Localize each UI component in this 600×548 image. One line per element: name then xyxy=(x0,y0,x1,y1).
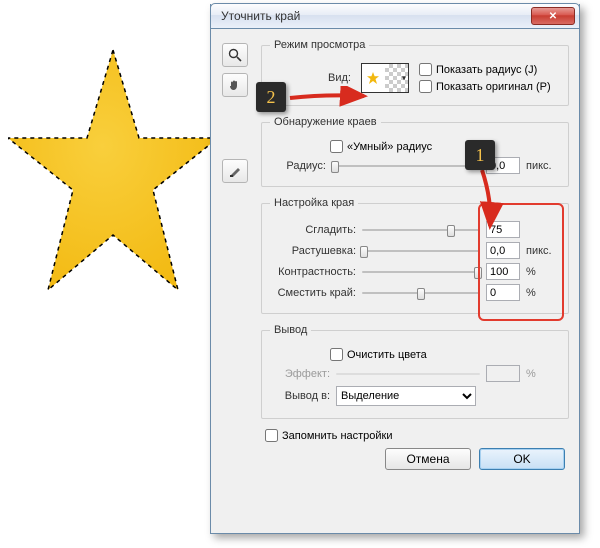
feather-unit: пикс. xyxy=(526,245,560,257)
radius-unit: пикс. xyxy=(526,160,560,172)
close-button[interactable]: ✕ xyxy=(531,7,575,25)
annotation-callout-1: 1 xyxy=(465,140,495,170)
contrast-slider[interactable] xyxy=(362,264,480,280)
decontaminate-checkbox[interactable]: Очистить цвета xyxy=(330,348,427,361)
smooth-slider[interactable] xyxy=(362,222,480,238)
chevron-down-icon: ▾ xyxy=(402,74,406,83)
shift-input[interactable] xyxy=(486,284,520,301)
feather-label: Растушевка: xyxy=(270,245,356,257)
hand-tool-button[interactable] xyxy=(222,73,248,97)
view-mode-group: Режим просмотра Вид: ▾ xyxy=(261,39,569,106)
view-mode-legend: Режим просмотра xyxy=(270,39,369,51)
titlebar: Уточнить край ✕ xyxy=(210,3,580,29)
adjust-edge-legend: Настройка края xyxy=(270,197,358,209)
magnifier-icon xyxy=(228,48,242,62)
feather-slider[interactable] xyxy=(362,243,480,259)
zoom-tool-button[interactable] xyxy=(222,43,248,67)
amount-slider xyxy=(336,366,480,382)
remember-settings-checkbox[interactable]: Запомнить настройки xyxy=(265,429,393,442)
edge-detection-group: Обнаружение краев «Умный» радиус Радиус:… xyxy=(261,116,569,187)
show-original-checkbox[interactable]: Показать оригинал (P) xyxy=(419,80,551,93)
refine-brush-tool-button[interactable] xyxy=(222,159,248,183)
cancel-button[interactable]: Отмена xyxy=(385,448,471,470)
contrast-label: Контрастность: xyxy=(270,266,356,278)
show-radius-checkbox[interactable]: Показать радиус (J) xyxy=(419,63,551,76)
adjust-edge-group: Настройка края Сгладить: Растушевка: п xyxy=(261,197,569,314)
shift-unit: % xyxy=(526,287,560,299)
amount-unit: % xyxy=(526,368,560,380)
star-icon xyxy=(366,71,380,85)
amount-input xyxy=(486,365,520,382)
hand-icon xyxy=(228,78,242,92)
shift-slider[interactable] xyxy=(362,285,480,301)
shift-label: Сместить край: xyxy=(270,287,356,299)
output-legend: Вывод xyxy=(270,324,311,336)
brush-icon xyxy=(228,164,242,178)
contrast-input[interactable] xyxy=(486,263,520,280)
close-icon: ✕ xyxy=(549,11,557,22)
output-to-label: Вывод в: xyxy=(270,390,330,402)
output-to-select[interactable]: Выделение xyxy=(336,386,476,406)
radius-slider[interactable] xyxy=(332,158,480,174)
contrast-unit: % xyxy=(526,266,560,278)
feather-input[interactable] xyxy=(486,242,520,259)
window-title: Уточнить край xyxy=(215,9,531,23)
smooth-label: Сгладить: xyxy=(270,224,356,236)
radius-label: Радиус: xyxy=(270,160,326,172)
ok-button[interactable]: OK xyxy=(479,448,565,470)
canvas-star-selection xyxy=(8,40,218,340)
smooth-input[interactable] xyxy=(486,221,520,238)
edge-detection-legend: Обнаружение краев xyxy=(270,116,381,128)
smart-radius-checkbox[interactable]: «Умный» радиус xyxy=(330,140,432,153)
view-mode-picker[interactable]: ▾ xyxy=(361,63,409,93)
amount-label: Эффект: xyxy=(270,368,330,380)
annotation-callout-2: 2 xyxy=(256,82,286,112)
output-group: Вывод Очистить цвета Эффект: % Вывод в: xyxy=(261,324,569,419)
